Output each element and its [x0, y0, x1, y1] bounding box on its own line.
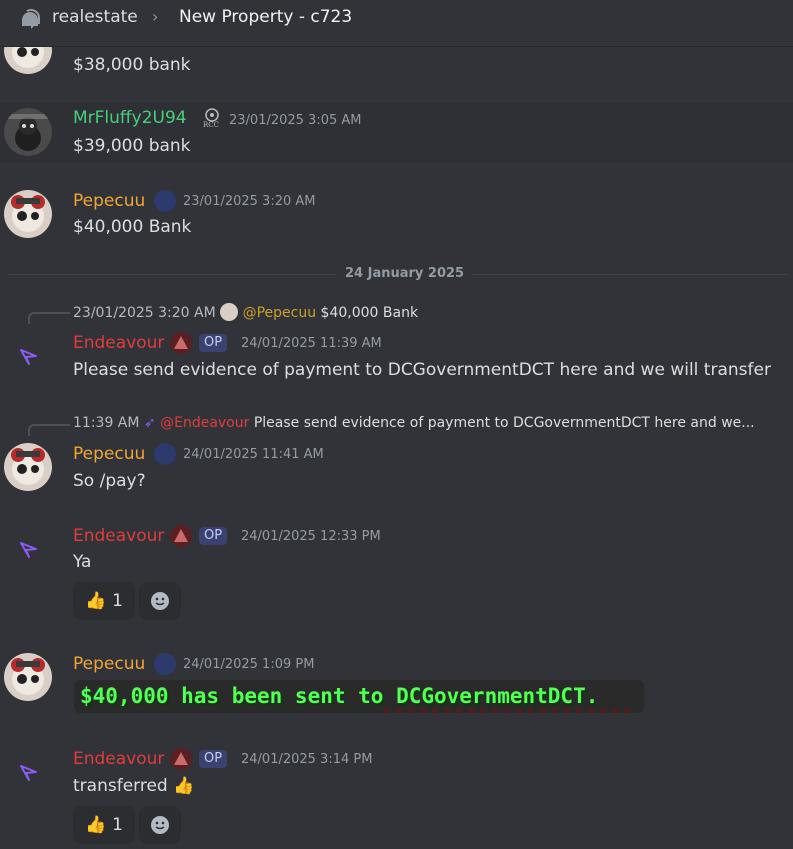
- message-text: Ya: [73, 552, 92, 572]
- thumbs-up-icon: 👍: [85, 591, 107, 611]
- endeavour-avatar-icon[interactable]: [18, 345, 40, 367]
- message-timestamp[interactable]: 24/01/2025 11:41 AM: [183, 447, 324, 462]
- role-icon[interactable]: [170, 332, 192, 354]
- message-text: So /pay?: [73, 471, 146, 491]
- op-badge: OP: [199, 750, 228, 768]
- message-text: $39,000 bank: [73, 136, 191, 156]
- message-text: Please send evidence of payment to DCGov…: [73, 360, 771, 380]
- pepecuu-avatar-image: [4, 653, 52, 701]
- server-tag-icon[interactable]: [154, 653, 176, 675]
- reaction-count: 1: [112, 591, 123, 611]
- pepecuu-avatar-image: [4, 190, 52, 238]
- message-text: $40,000 Bank: [73, 217, 192, 237]
- rcc-badge-icon[interactable]: RCC: [202, 107, 222, 133]
- thread-icon: [22, 8, 41, 29]
- message-timestamp[interactable]: 24/01/2025 3:14 PM: [241, 752, 372, 767]
- reply-connector: [28, 312, 70, 324]
- author-name[interactable]: Endeavour: [73, 333, 164, 353]
- smile-plus-icon: [151, 816, 169, 834]
- author-name[interactable]: Pepecuu: [73, 191, 145, 211]
- author-name[interactable]: MrFluffy2U94: [73, 108, 187, 128]
- image-attachment[interactable]: $40,000 has been sent to DCGovernmentDCT…: [74, 680, 644, 713]
- thumbs-up-icon: 👍: [85, 815, 107, 835]
- reaction-thumbs-up[interactable]: 👍 1: [73, 806, 135, 844]
- message-timestamp[interactable]: 23/01/2025 3:05 AM: [229, 113, 362, 128]
- role-icon[interactable]: [170, 748, 192, 770]
- author-name[interactable]: Endeavour: [73, 749, 164, 769]
- image-attachment-text: $40,000 has been sent to DCGovernmentDCT…: [80, 684, 599, 708]
- reply-preview[interactable]: 23/01/2025 3:20 AM @Pepecuu $40,000 Bank: [73, 303, 793, 321]
- op-badge: OP: [199, 334, 228, 352]
- avatar-pepecuu[interactable]: [4, 443, 52, 491]
- reaction-count: 1: [112, 815, 123, 835]
- avatar-pepecuu[interactable]: [4, 190, 52, 238]
- reaction-thumbs-up[interactable]: 👍 1: [73, 582, 135, 620]
- avatar-pepecuu[interactable]: [4, 653, 52, 701]
- message-timestamp[interactable]: 24/01/2025 1:09 PM: [183, 657, 314, 672]
- thread-header: realestate › New Property - c723: [0, 0, 793, 47]
- reply-avatar-icon: ➶: [143, 415, 156, 431]
- add-reaction-button[interactable]: [139, 582, 181, 620]
- author-name[interactable]: Endeavour: [73, 526, 164, 546]
- endeavour-avatar-icon[interactable]: [18, 761, 40, 783]
- image-artifact: [384, 708, 634, 713]
- reply-preview[interactable]: 11:39 AM ➶ @Endeavour Please send eviden…: [73, 415, 785, 431]
- message-timestamp[interactable]: 23/01/2025 3:20 AM: [183, 194, 316, 209]
- endeavour-avatar-icon[interactable]: [18, 538, 40, 560]
- date-divider-label: 24 January 2025: [337, 266, 473, 281]
- avatar-mrfluffy[interactable]: [4, 108, 52, 156]
- message-timestamp[interactable]: 24/01/2025 12:33 PM: [241, 529, 381, 544]
- message-text: $38,000 bank: [73, 55, 191, 75]
- mrfluffy-avatar-image: [4, 108, 52, 156]
- role-icon[interactable]: [170, 525, 192, 547]
- message-timestamp[interactable]: 24/01/2025 11:39 AM: [241, 336, 382, 351]
- breadcrumb-separator: ›: [152, 7, 159, 26]
- message-text: transferred 👍: [73, 776, 195, 796]
- channel-name[interactable]: realestate: [52, 7, 138, 27]
- reply-connector: [28, 424, 70, 436]
- author-name[interactable]: Pepecuu: [73, 654, 145, 674]
- author-name[interactable]: Pepecuu: [73, 444, 145, 464]
- thumbs-up-icon: 👍: [173, 776, 195, 796]
- server-tag-icon[interactable]: [154, 443, 176, 465]
- thread-title: New Property - c723: [179, 7, 353, 27]
- server-tag-icon[interactable]: [154, 190, 176, 212]
- reply-avatar-icon: [220, 303, 239, 321]
- add-reaction-button[interactable]: [139, 806, 181, 844]
- op-badge: OP: [199, 527, 228, 545]
- smile-plus-icon: [151, 592, 169, 610]
- pepecuu-avatar-image: [4, 443, 52, 491]
